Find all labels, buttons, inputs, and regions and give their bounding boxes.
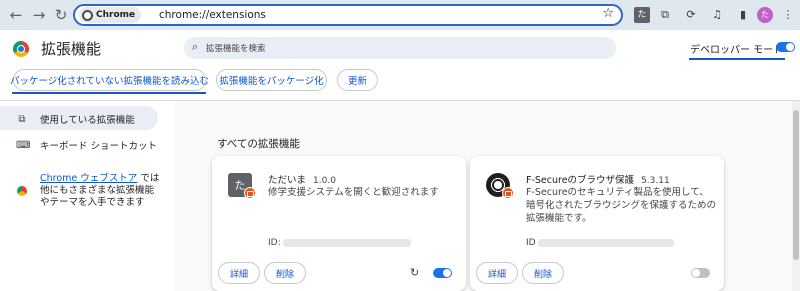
search-input[interactable]: ⌕ 拡張機能を検索 xyxy=(184,37,616,59)
media-control-icon[interactable]: ♫ xyxy=(709,7,725,23)
forward-icon[interactable]: → xyxy=(30,6,48,24)
sidebar-item-keyboard-shortcuts[interactable]: ⌨ キーボード ショートカット xyxy=(16,138,158,153)
chip-label: Chrome xyxy=(96,10,136,20)
reload-icon[interactable]: ↻ xyxy=(52,6,70,24)
extension-name: ただいま 1.0.0 xyxy=(268,175,336,186)
bookmark-star-icon[interactable]: ☆ xyxy=(602,6,614,21)
browser-toolbar: ← → ↻ Chrome chrome://extensions ☆ た ⧉ ⟳… xyxy=(0,0,800,30)
side-panel-icon[interactable]: ▮ xyxy=(735,7,751,23)
extension-version: 5.3.11 xyxy=(641,176,670,186)
remove-button[interactable]: 削除 xyxy=(264,262,307,284)
dev-mode-toggle[interactable] xyxy=(776,42,795,52)
extension-card-fsecure: F-Secureのブラウザ保護 5.3.11 F-Secureのセキュリティ製品を… xyxy=(470,156,724,291)
profile-avatar[interactable]: た xyxy=(757,7,773,23)
chrome-icon xyxy=(82,9,93,21)
dev-mode-highlight xyxy=(689,58,785,60)
search-icon: ⌕ xyxy=(192,40,199,53)
toolbar-extension-icon[interactable]: た xyxy=(634,7,650,23)
extension-id: ID xyxy=(526,238,674,248)
page-title: 拡張機能 xyxy=(41,40,102,58)
extension-description: F-Secureのセキュリティ製品を使用して、暗号化されたブラウジングを保護する… xyxy=(526,187,717,224)
details-button[interactable]: 詳細 xyxy=(476,262,519,284)
url-text[interactable]: chrome://extensions xyxy=(159,8,266,22)
unpacked-badge-icon xyxy=(502,187,514,199)
reload-extension-icon[interactable]: ↻ xyxy=(410,266,419,279)
fsecure-extension-icon xyxy=(486,173,514,199)
extensions-puzzle-icon[interactable]: ⧉ xyxy=(657,7,673,23)
sidebar-item-label: 使用している拡張機能 xyxy=(40,115,135,126)
remove-button[interactable]: 削除 xyxy=(522,262,565,284)
extension-card-tadaima: た ただいま 1.0.0 修学支援システムを開くと歓迎されます ID: 詳細 削除… xyxy=(212,156,466,291)
extension-version: 1.0.0 xyxy=(313,176,336,186)
extension-name: F-Secureのブラウザ保護 5.3.11 xyxy=(526,175,670,186)
scrollbar-thumb[interactable] xyxy=(793,110,799,260)
address-bar[interactable]: Chrome chrome://extensions ☆ xyxy=(73,4,623,26)
sidebar-item-label: キーボード ショートカット xyxy=(40,141,158,152)
update-button[interactable]: 更新 xyxy=(337,69,378,91)
details-button[interactable]: 詳細 xyxy=(218,262,261,284)
extension-enable-toggle[interactable] xyxy=(433,268,452,278)
extension-description: 修学支援システムを開くと歓迎されます xyxy=(268,187,439,198)
section-title: すべての拡張機能 xyxy=(217,138,300,150)
sidebar-item-my-extensions[interactable]: ⧉ 使用している拡張機能 xyxy=(16,112,135,127)
unpacked-badge-icon xyxy=(244,187,256,199)
extension-id: ID: xyxy=(268,238,411,248)
extension-enable-toggle[interactable] xyxy=(691,268,710,278)
back-icon[interactable]: ← xyxy=(7,6,25,24)
search-placeholder: 拡張機能を検索 xyxy=(206,44,266,54)
site-chip[interactable]: Chrome xyxy=(79,7,142,23)
load-unpacked-highlight xyxy=(12,92,206,94)
web-store-link[interactable]: Chrome ウェブストア xyxy=(40,173,137,184)
performance-icon[interactable]: ⟳ xyxy=(683,7,699,23)
menu-icon[interactable]: ⋮ xyxy=(780,7,796,23)
id-redacted xyxy=(537,238,674,247)
extensions-logo-icon xyxy=(13,41,29,57)
tadaima-extension-icon: た xyxy=(228,173,256,199)
load-unpacked-button[interactable]: パッケージ化されていない拡張機能を読み込む xyxy=(10,69,209,91)
web-store-icon xyxy=(17,186,27,196)
pack-extension-button[interactable]: 拡張機能をパッケージ化 xyxy=(216,69,327,91)
id-redacted xyxy=(282,238,411,247)
dev-mode-label: デベロッパー モード xyxy=(690,45,784,56)
puzzle-icon: ⧉ xyxy=(18,113,26,125)
web-store-promo: Chrome ウェブストア では 他にもさまざまな拡張機能 やテーマを入手できま… xyxy=(40,173,160,208)
keyboard-icon: ⌨ xyxy=(16,139,31,151)
